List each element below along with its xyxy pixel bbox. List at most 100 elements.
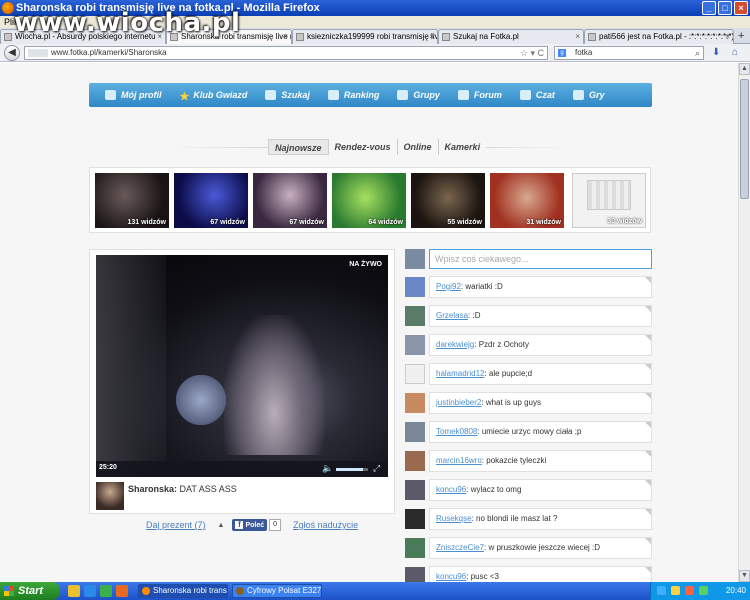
tab-ksiezniczka[interactable]: ksiezniczka199999 robi transmisję live n… [292,29,438,44]
fullscreen-icon[interactable]: ⤢ [373,463,380,474]
google-icon[interactable]: g [558,49,566,57]
page-scrollbar[interactable]: ▲ ▼ [738,63,750,582]
streamer-comment: Sharonska: DAT ASS ASS [96,482,386,510]
nav-search[interactable]: Szukaj [265,90,310,100]
webcam-thumbnail[interactable]: 67 widzów [174,173,248,228]
chat-username[interactable]: Pogi92 [436,282,461,291]
new-tab-icon[interactable]: + [738,30,744,42]
chat-username[interactable]: darekwiejg [436,340,474,349]
tab-pati566[interactable]: pati566 jest na Fotka.pl - :*:*:*:*:*:*:… [584,29,734,44]
task-firefox[interactable]: Sharonska robi trans... [138,584,228,598]
stream-panel: NA ŻYWO 25:20 🔈 ⤢ Sharonska: DAT ASS ASS [89,249,395,514]
scroll-down-icon[interactable]: ▼ [739,570,750,582]
video-player[interactable]: NA ŻYWO 25:20 🔈 ⤢ [96,255,388,477]
tab-close-icon[interactable]: × [575,30,580,43]
task-modem[interactable]: Cyfrowy Polsat E3276 [232,584,322,598]
avatar[interactable] [405,567,425,582]
webcam-thumbnail[interactable]: 31 widzów [490,173,564,228]
avatar[interactable] [405,480,425,500]
url-bar[interactable]: www.fotka.pl/kamerki/Sharonska ☆ ▾ C [24,46,548,60]
volume-icon[interactable] [671,586,680,595]
tab-rendez-vous[interactable]: Rendez-vous [329,139,398,155]
webcam-thumbnail[interactable]: 64 widzów [332,173,406,228]
volume-icon[interactable]: 🔈 [322,463,333,474]
avatar[interactable] [405,451,425,471]
chat-username[interactable]: justinbieber2 [436,398,481,407]
close-button[interactable]: × [734,1,748,15]
chrome-icon[interactable] [68,585,80,597]
avatar[interactable] [405,538,425,558]
maximize-button[interactable]: □ [718,1,732,15]
bookmark-star-icon[interactable]: ☆ ▾ C [520,47,544,59]
webcam-thumbnail[interactable]: 131 widzów [95,173,169,228]
download-icon[interactable]: ⬇ [712,47,720,58]
tab-close-icon[interactable]: × [283,30,288,43]
app-icon[interactable] [100,585,112,597]
nav-ranking[interactable]: Ranking [327,90,379,100]
tab-close-icon[interactable]: × [725,30,730,43]
avatar[interactable] [96,482,124,510]
volume-slider[interactable] [336,468,368,471]
chat-message: Rusekqse: no blondi ile masz lat ? [405,508,652,530]
chat-username[interactable]: koncu96 [436,485,466,494]
chat-username[interactable]: halamadrid12 [436,369,484,378]
facebook-like-button[interactable]: f Poleć [232,519,268,531]
webcam-thumbnail[interactable]: 67 widzów [253,173,327,228]
firefox-icon[interactable] [116,585,128,597]
gift-link[interactable]: Daj prezent (7) [146,520,206,530]
tab-online[interactable]: Online [398,139,439,155]
streamer-name[interactable]: Sharonska [128,484,174,494]
tab-newest[interactable]: Najnowsze [268,139,329,155]
chat-text: what is up guys [485,398,541,407]
nav-games[interactable]: Gry [572,90,604,100]
start-button[interactable]: Start [0,582,60,600]
avatar[interactable] [405,422,425,442]
webcam-thumbnail[interactable]: 30 widzów [572,173,646,228]
scroll-thumb[interactable] [740,79,749,199]
avatar[interactable] [405,509,425,529]
search-icon[interactable]: ⌕ [695,47,700,59]
antivirus-icon[interactable] [685,586,694,595]
chat-username[interactable]: Tomek0808 [436,427,477,436]
avatar[interactable] [405,335,425,355]
bookmark-icon [327,90,339,100]
chat-username[interactable]: Rusekqse [436,514,472,523]
tab-close-icon[interactable]: × [429,30,434,43]
nav-my-profile[interactable]: Mój profil [105,90,162,100]
chat-text: pokazcie tyleczki [486,456,547,465]
chat-message: darekwiejg: Pzdr z Ochoty [405,334,652,356]
windows-flag-icon [4,586,14,596]
like-count: 0 [269,519,282,531]
avatar[interactable] [405,306,425,326]
tab-szukaj[interactable]: Szukaj na Fotka.pl × [438,29,584,44]
chat-username[interactable]: Grzelasa [436,311,468,320]
chat-username[interactable]: ZniszczeCie7 [436,543,484,552]
tab-favicon [4,33,12,41]
nav-chat[interactable]: Czat [519,90,555,100]
ie-icon[interactable] [84,585,96,597]
avatar[interactable] [405,364,425,384]
nav-forum[interactable]: Forum [457,90,502,100]
system-tray: 20:40 [650,582,750,600]
nav-star-club[interactable]: ★ Klub Gwiazd [180,90,248,103]
nav-groups[interactable]: Grupy [397,90,440,100]
viewer-count: 55 widzów [447,219,482,226]
avatar[interactable] [405,277,425,297]
report-abuse-link[interactable]: Zgłoś nadużycie [293,520,358,530]
webcam-thumbnail[interactable]: 55 widzów [411,173,485,228]
corner-icon [645,538,651,544]
tray-app-icon[interactable] [699,586,708,595]
avatar[interactable] [405,393,425,413]
site-identity-icon[interactable] [28,49,48,57]
scroll-up-icon[interactable]: ▲ [739,63,750,75]
network-icon[interactable] [657,586,666,595]
chat-input[interactable] [429,249,652,269]
tab-webcams[interactable]: Kamerki [439,139,487,155]
chat-message: ZniszczeCie7: w pruszkowie jeszcze wiece… [405,537,652,559]
back-button[interactable]: ◀ [4,45,20,61]
minimize-button[interactable]: _ [702,1,716,15]
search-bar[interactable]: g fotka ⌕ [554,46,704,60]
home-icon[interactable]: ⌂ [732,47,738,58]
chat-username[interactable]: koncu96 [436,572,466,581]
chat-username[interactable]: marcin16wro [436,456,482,465]
